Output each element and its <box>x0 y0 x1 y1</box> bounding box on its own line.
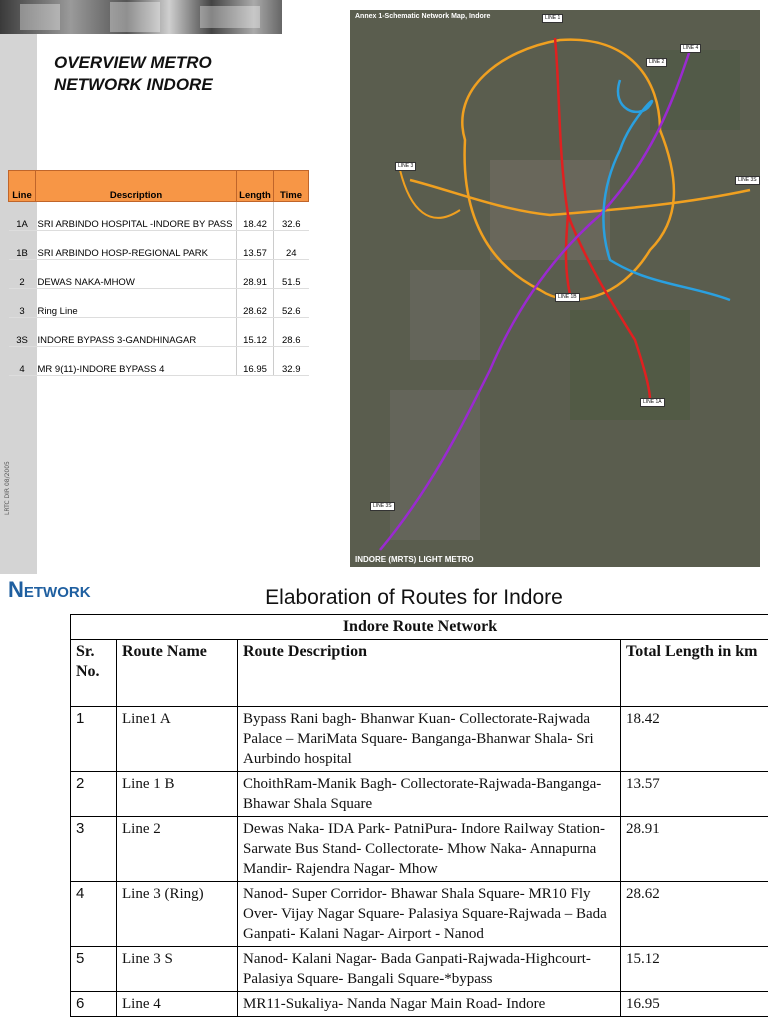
routes-table: Indore Route Network Sr. No. Route Name … <box>70 614 768 1017</box>
cell-time: 32.9 <box>273 346 309 376</box>
cell-time: 28.6 <box>273 317 309 347</box>
cell-description: INDORE BYPASS 3-GANDHINAGAR <box>35 317 237 347</box>
cell-line: 1A <box>8 201 36 231</box>
col-header-line: Line <box>8 170 36 202</box>
photo-tile <box>110 2 160 32</box>
cell-total-length: 16.95 <box>620 991 768 1017</box>
table-row: 2 Line 1 B ChoithRam-Manik Bagh- Collect… <box>70 771 768 817</box>
page-title: OVERVIEW METRO NETWORK INDORE <box>54 53 213 94</box>
cell-total-length: 18.42 <box>620 706 768 772</box>
cell-description: SRI ARBINDO HOSP-REGIONAL PARK <box>35 230 237 260</box>
table-header-row: Line Description Length Time <box>8 170 309 202</box>
cell-sr: 6 <box>70 991 117 1017</box>
cell-line: 3 <box>8 288 36 318</box>
col-header-route-name: Route Name <box>116 639 238 707</box>
cell-length: 28.91 <box>236 259 274 289</box>
cell-total-length: 15.12 <box>620 946 768 992</box>
cell-route-name: Line 3 S <box>116 946 238 992</box>
sidebar-code: LRTC DIR 08/2005 <box>4 461 11 515</box>
map-title: Annex 1-Schematic Network Map, Indore <box>355 13 491 20</box>
map-label: LINE 3S <box>735 176 760 185</box>
map-label: LINE 1A <box>640 398 665 407</box>
cell-length: 13.57 <box>236 230 274 260</box>
cell-length: 15.12 <box>236 317 274 347</box>
table-row: 1A SRI ARBINDO HOSPITAL -INDORE BY PASS … <box>8 201 309 231</box>
map-label: LINE 4 <box>680 44 702 53</box>
table-row: 1B SRI ARBINDO HOSP-REGIONAL PARK 13.57 … <box>8 230 309 260</box>
header-photo-strip <box>0 0 282 34</box>
table-row: 2 DEWAS NAKA-MHOW 28.91 51.5 <box>8 259 309 289</box>
cell-description: Ring Line <box>35 288 237 318</box>
cell-total-length: 13.57 <box>620 771 768 817</box>
photo-tile <box>200 6 260 28</box>
cell-route-name: Line 3 (Ring) <box>116 881 238 947</box>
cell-line: 4 <box>8 346 36 376</box>
cell-sr: 5 <box>70 946 117 992</box>
cell-description: SRI ARBINDO HOSPITAL -INDORE BY PASS <box>35 201 237 231</box>
cell-sr: 3 <box>70 816 117 882</box>
cell-length: 16.95 <box>236 346 274 376</box>
cell-route-name: Line 4 <box>116 991 238 1017</box>
table-row: 5 Line 3 S Nanod- Kalani Nagar- Bada Gan… <box>70 946 768 992</box>
cell-route-description: Nanod- Kalani Nagar- Bada Ganpati-Rajwad… <box>237 946 621 992</box>
table-row: 3S INDORE BYPASS 3-GANDHINAGAR 15.12 28.… <box>8 317 309 347</box>
cell-sr: 1 <box>70 706 117 772</box>
col-header-length: Length <box>236 170 274 202</box>
network-map: Annex 1-Schematic Network Map, Indore LI… <box>350 10 760 567</box>
table-row: 4 Line 3 (Ring) Nanod- Super Corridor- B… <box>70 881 768 947</box>
map-graphic <box>350 10 760 567</box>
cell-length: 28.62 <box>236 288 274 318</box>
table-row: 3 Line 2 Dewas Naka- IDA Park- PatniPura… <box>70 816 768 882</box>
cell-route-name: Line 1 B <box>116 771 238 817</box>
map-label: LINE 2 <box>646 58 668 67</box>
cell-total-length: 28.91 <box>620 816 768 882</box>
routes-table-caption: Indore Route Network <box>70 614 768 640</box>
table-row: 6 Line 4 MR11-Sukaliya- Nanda Nagar Main… <box>70 991 768 1017</box>
table-row: 1 Line1 A Bypass Rani bagh- Bhanwar Kuan… <box>70 706 768 772</box>
map-label: LINE 3S <box>370 502 395 511</box>
map-label: LINE 1B <box>555 293 580 302</box>
cell-sr: 4 <box>70 881 117 947</box>
map-label: LINE 1 <box>542 14 564 23</box>
cell-time: 32.6 <box>273 201 309 231</box>
col-header-route-description: Route Description <box>237 639 621 707</box>
map-label: LINE 3 <box>395 162 417 171</box>
col-header-description: Description <box>35 170 237 202</box>
cell-time: 51.5 <box>273 259 309 289</box>
col-header-sr: Sr. No. <box>70 639 117 707</box>
cell-time: 24 <box>273 230 309 260</box>
cell-line: 3S <box>8 317 36 347</box>
cell-route-description: Dewas Naka- IDA Park- PatniPura- Indore … <box>237 816 621 882</box>
routes-table-header-row: Sr. No. Route Name Route Description Tot… <box>70 639 768 707</box>
lines-summary-table: Line Description Length Time 1A SRI ARBI… <box>8 170 309 376</box>
cell-sr: 2 <box>70 771 117 817</box>
routes-caption: Elaboration of Routes for Indore <box>265 586 563 609</box>
cell-length: 18.42 <box>236 201 274 231</box>
photo-tile <box>20 4 60 30</box>
cell-line: 1B <box>8 230 36 260</box>
table-row: 3 Ring Line 28.62 52.6 <box>8 288 309 318</box>
cell-route-description: MR11-Sukaliya- Nanda Nagar Main Road- In… <box>237 991 621 1017</box>
map-footer: INDORE (MRTS) LIGHT METRO <box>355 555 474 564</box>
cell-total-length: 28.62 <box>620 881 768 947</box>
cell-route-description: Bypass Rani bagh- Bhanwar Kuan- Collecto… <box>237 706 621 772</box>
cell-route-name: Line 2 <box>116 816 238 882</box>
cell-route-name: Line1 A <box>116 706 238 772</box>
col-header-time: Time <box>273 170 309 202</box>
cell-time: 52.6 <box>273 288 309 318</box>
col-header-total-length: Total Length in km <box>620 639 768 707</box>
cell-line: 2 <box>8 259 36 289</box>
cell-description: DEWAS NAKA-MHOW <box>35 259 237 289</box>
cell-route-description: Nanod- Super Corridor- Bhawar Shala Squa… <box>237 881 621 947</box>
routes-table-caption-row: Indore Route Network <box>70 614 768 640</box>
table-row: 4 MR 9(11)-INDORE BYPASS 4 16.95 32.9 <box>8 346 309 376</box>
cell-route-description: ChoithRam-Manik Bagh- Collectorate-Rajwa… <box>237 771 621 817</box>
cell-description: MR 9(11)-INDORE BYPASS 4 <box>35 346 237 376</box>
